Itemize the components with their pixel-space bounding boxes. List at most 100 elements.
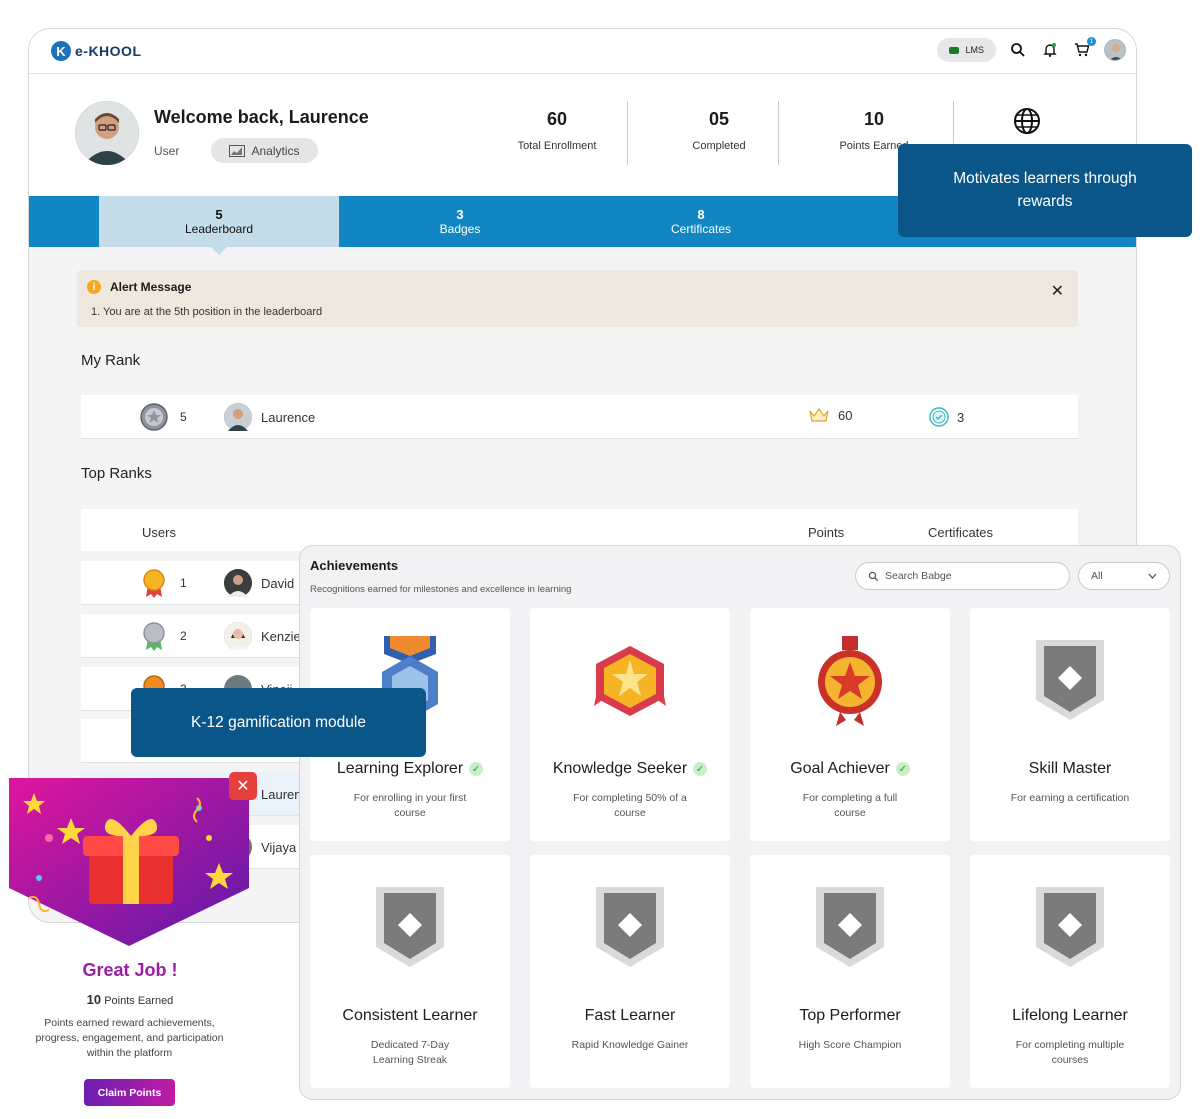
stat-completed: 05 Completed bbox=[669, 109, 769, 152]
info-icon: i bbox=[87, 280, 101, 294]
header-certificates: Certificates bbox=[928, 525, 994, 540]
achievement-name: Goal Achiever ✓ bbox=[750, 760, 950, 778]
divider bbox=[627, 101, 628, 165]
achievement-desc: For earning a certification bbox=[1010, 792, 1130, 804]
rank-points-value: 60 bbox=[838, 407, 853, 423]
logo-mark: K bbox=[51, 41, 71, 61]
rewards-callout-text: Motivates learners through rewards bbox=[953, 170, 1137, 210]
logo[interactable]: K e-KHOOL bbox=[51, 41, 142, 61]
achievement-card[interactable]: Knowledge Seeker ✓ For completing 50% of … bbox=[530, 608, 730, 841]
rank-position: 5 bbox=[180, 410, 187, 424]
achievement-name-text: Knowledge Seeker bbox=[552, 760, 688, 777]
achievement-name: Knowledge Seeker ✓ bbox=[530, 760, 730, 778]
rank-name: David bbox=[261, 576, 295, 591]
logo-text: e-KHOOL bbox=[75, 43, 142, 59]
tab-label: Badges bbox=[439, 222, 481, 236]
search-icon[interactable] bbox=[1008, 40, 1028, 60]
stat-value: 05 bbox=[708, 109, 730, 129]
search-placeholder: Search Babge bbox=[885, 570, 952, 582]
gamification-callout-text: K-12 gamification module bbox=[191, 714, 366, 731]
alert-title: Alert Message bbox=[110, 280, 192, 294]
header-points: Points bbox=[808, 525, 845, 540]
stat-label: Completed bbox=[692, 140, 746, 152]
achievement-card[interactable]: Lifelong Learner For completing multiple… bbox=[970, 855, 1170, 1088]
achievements-subtitle: Recognitions earned for milestones and e… bbox=[310, 584, 572, 595]
achievement-name-text: Skill Master bbox=[1028, 760, 1112, 777]
my-rank-row: 5 Laurence 60 3 bbox=[81, 395, 1078, 439]
tab-badges[interactable]: 3 Badges bbox=[340, 196, 580, 247]
top-actions: LMS 1 bbox=[937, 37, 1126, 62]
chart-icon bbox=[229, 144, 246, 157]
active-tab-pointer bbox=[211, 247, 227, 255]
globe-icon[interactable] bbox=[1013, 107, 1041, 140]
achievement-name: Fast Learner bbox=[530, 1007, 730, 1025]
badge-search-input[interactable]: Search Babge bbox=[855, 562, 1070, 590]
cart-icon[interactable]: 1 bbox=[1072, 37, 1096, 60]
achievement-card[interactable]: Top Performer High Score Champion bbox=[750, 855, 950, 1088]
tab-count: 3 bbox=[456, 207, 464, 222]
achievement-card[interactable]: Skill Master For earning a certification bbox=[970, 608, 1170, 841]
chevron-down-icon bbox=[1148, 573, 1157, 579]
top-ranks-title: Top Ranks bbox=[81, 465, 152, 482]
alert-message: i Alert Message 1. You are at the 5th po… bbox=[77, 270, 1078, 327]
lms-switch-button[interactable]: LMS bbox=[937, 38, 996, 62]
achievement-name-text: Consistent Learner bbox=[342, 1007, 478, 1024]
locked-badge-icon bbox=[1036, 640, 1104, 720]
top-bar: K e-KHOOL LMS 1 bbox=[29, 29, 1136, 74]
rank-name: Vijaya bbox=[261, 840, 297, 855]
achievement-desc: For completing multiple courses bbox=[1015, 1039, 1125, 1066]
close-icon[interactable]: ✕ bbox=[1051, 281, 1064, 301]
close-reward-button[interactable]: ✕ bbox=[229, 772, 257, 800]
rank-name: Laurence bbox=[261, 410, 316, 425]
rank-avatar bbox=[224, 569, 252, 597]
achievement-name: Learning Explorer ✓ bbox=[310, 760, 510, 778]
silver-medal-icon bbox=[140, 622, 168, 651]
rank-points: 60 bbox=[808, 407, 852, 423]
analytics-label: Analytics bbox=[251, 143, 300, 158]
locked-badge-icon bbox=[596, 887, 664, 967]
reward-points-value: 10 bbox=[86, 992, 102, 1007]
welcome-heading: Welcome back, Laurence bbox=[154, 107, 369, 127]
achievement-name: Top Performer bbox=[750, 1007, 950, 1025]
achievement-name: Consistent Learner bbox=[310, 1007, 510, 1025]
rank-avatar bbox=[224, 403, 252, 431]
achievements-title: Achievements bbox=[310, 558, 399, 573]
achievement-name-text: Fast Learner bbox=[584, 1007, 676, 1024]
profile-avatar bbox=[75, 101, 139, 165]
gamification-callout: K-12 gamification module bbox=[131, 688, 426, 757]
badge-filter-select[interactable]: All bbox=[1078, 562, 1170, 590]
achievement-desc: High Score Champion bbox=[798, 1039, 902, 1051]
tab-leaderboard[interactable]: 5 Leaderboard bbox=[99, 196, 339, 247]
achievements-panel: Achievements Recognitions earned for mil… bbox=[299, 545, 1181, 1100]
achievement-name-text: Lifelong Learner bbox=[1012, 1007, 1128, 1024]
graduation-cap-icon bbox=[949, 46, 960, 54]
achievement-card[interactable]: Fast Learner Rapid Knowledge Gainer bbox=[530, 855, 730, 1088]
reward-popup bbox=[9, 778, 249, 1113]
rank-medal-icon bbox=[140, 403, 168, 431]
rewards-callout: Motivates learners through rewards bbox=[898, 144, 1192, 237]
achievement-desc: Dedicated 7-Day Learning Streak bbox=[370, 1039, 450, 1066]
achievement-desc: For completing 50% of a course bbox=[573, 792, 687, 819]
user-avatar-menu[interactable] bbox=[1104, 39, 1126, 61]
reward-points: 10 Points Earned bbox=[0, 992, 260, 1007]
reward-points-label: Points Earned bbox=[104, 995, 174, 1007]
earned-check-icon: ✓ bbox=[693, 762, 708, 776]
earned-check-icon: ✓ bbox=[895, 762, 910, 776]
achievement-name-text: Goal Achiever bbox=[790, 760, 890, 777]
rank-position: 2 bbox=[180, 629, 187, 643]
analytics-button[interactable]: Analytics bbox=[211, 138, 318, 163]
achievement-card[interactable]: Goal Achiever ✓ For completing a full cou… bbox=[750, 608, 950, 841]
bell-icon[interactable] bbox=[1040, 40, 1060, 60]
achievement-name-text: Top Performer bbox=[799, 1007, 901, 1024]
knowledge-seeker-badge-icon bbox=[594, 646, 666, 716]
tab-certificates[interactable]: 8 Certificates bbox=[581, 196, 821, 247]
locked-badge-icon bbox=[376, 887, 444, 967]
search-icon bbox=[868, 571, 879, 581]
earned-check-icon: ✓ bbox=[469, 762, 484, 776]
claim-points-button[interactable]: Claim Points bbox=[84, 1079, 175, 1106]
achievement-card[interactable]: Consistent Learner Dedicated 7-Day Learn… bbox=[310, 855, 510, 1088]
alert-text: 1. You are at the 5th position in the le… bbox=[91, 306, 323, 318]
gold-medal-icon bbox=[140, 569, 168, 598]
filter-value: All bbox=[1091, 570, 1103, 582]
rank-position: 1 bbox=[180, 576, 187, 590]
